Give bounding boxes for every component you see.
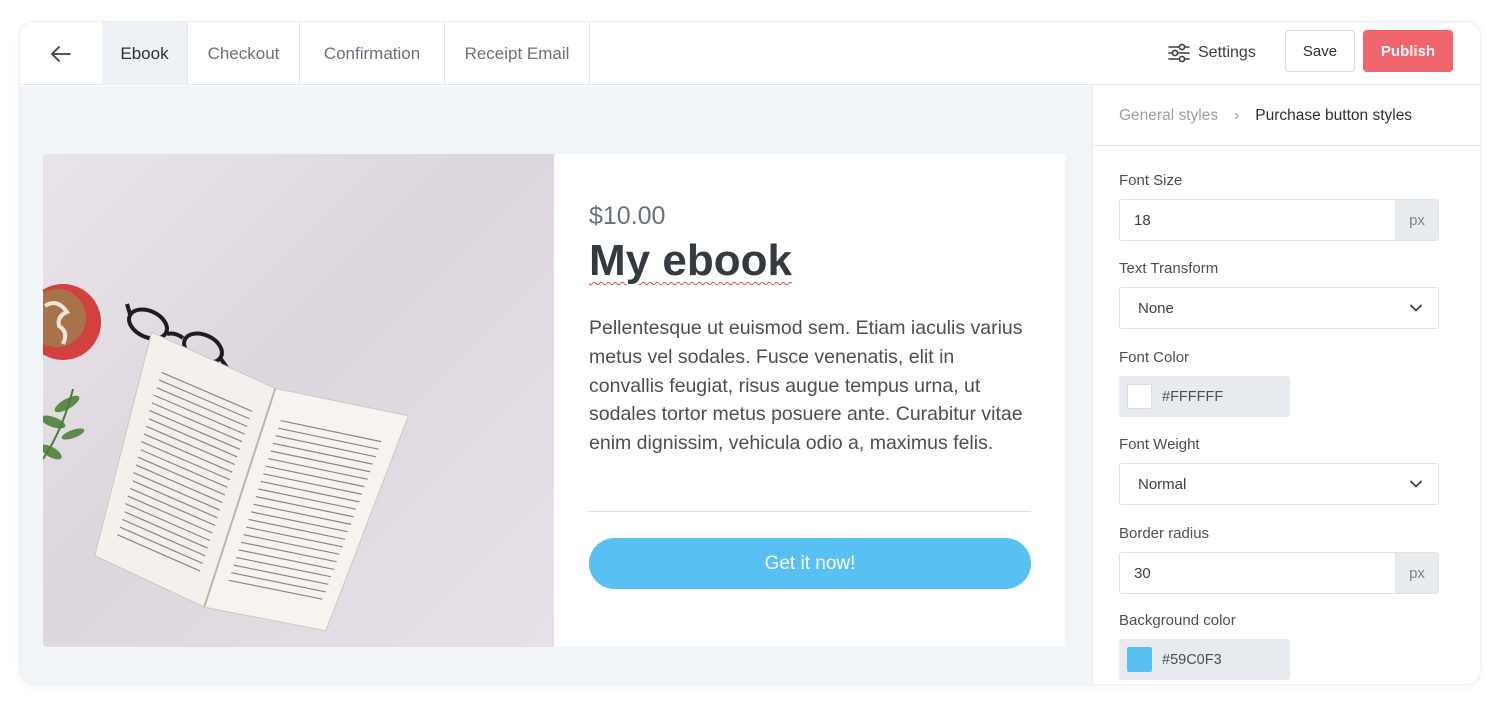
purchase-button[interactable]: Get it now! [589,538,1031,589]
text-transform-value: None [1138,299,1174,317]
text-transform-select[interactable]: None [1119,287,1439,329]
font-color-swatch[interactable] [1127,384,1152,409]
arrow-left-icon [51,45,71,62]
font-color-picker[interactable]: #FFFFFF [1119,376,1290,417]
border-radius-unit: px [1395,553,1438,593]
font-color-label: Font Color [1119,349,1190,366]
background-color-value: #59C0F3 [1162,651,1222,668]
tab-ebook[interactable]: Ebook [102,22,188,85]
styles-panel: General styles › Purchase button styles … [1092,86,1480,684]
text-transform-label: Text Transform [1119,260,1219,277]
sliders-icon [1168,43,1190,63]
product-image[interactable] [43,154,554,647]
tab-receipt-email[interactable]: Receipt Email [445,22,590,85]
breadcrumb-separator: › [1234,106,1240,124]
back-button[interactable] [20,22,102,85]
font-weight-value: Normal [1138,475,1187,493]
chevron-down-icon [1394,304,1438,312]
product-price: $10.00 [589,202,666,230]
border-radius-input[interactable]: 30 px [1119,552,1439,594]
background-color-label: Background color [1119,612,1236,629]
font-weight-select[interactable]: Normal [1119,463,1439,505]
border-radius-label: Border radius [1119,525,1210,542]
chevron-down-icon [1394,480,1438,488]
product-content: $10.00 My ebook Pellentesque ut euismod … [589,154,1031,647]
settings-label: Settings [1198,44,1256,61]
font-size-value[interactable]: 18 [1120,212,1395,229]
tab-checkout[interactable]: Checkout [188,22,300,85]
font-size-unit: px [1395,200,1438,240]
editor-window: Ebook Checkout Confirmation Receipt Emai… [20,22,1480,684]
book-photo-illustration [43,284,410,632]
tab-confirmation[interactable]: Confirmation [300,22,445,85]
settings-button[interactable]: Settings [1168,36,1256,70]
font-color-value: #FFFFFF [1162,388,1224,405]
publish-button[interactable]: Publish [1363,30,1453,72]
product-title[interactable]: My ebook [589,236,792,286]
breadcrumb-current: Purchase button styles [1255,106,1413,124]
top-bar: Ebook Checkout Confirmation Receipt Emai… [20,22,1480,85]
font-weight-label: Font Weight [1119,436,1200,453]
background-color-picker[interactable]: #59C0F3 [1119,639,1290,680]
font-size-label: Font Size [1119,172,1183,189]
preview-canvas: $10.00 My ebook Pellentesque ut euismod … [20,86,1092,684]
product-description[interactable]: Pellentesque ut euismod sem. Etiam iacul… [589,314,1031,458]
font-size-input[interactable]: 18 px [1119,199,1439,241]
border-radius-value[interactable]: 30 [1120,565,1395,582]
background-color-swatch[interactable] [1127,647,1152,672]
content-divider [589,511,1031,512]
save-button[interactable]: Save [1285,30,1355,72]
product-card: $10.00 My ebook Pellentesque ut euismod … [43,154,1065,647]
breadcrumb-general-styles[interactable]: General styles [1119,107,1218,125]
breadcrumb: General styles › Purchase button styles [1093,86,1480,146]
